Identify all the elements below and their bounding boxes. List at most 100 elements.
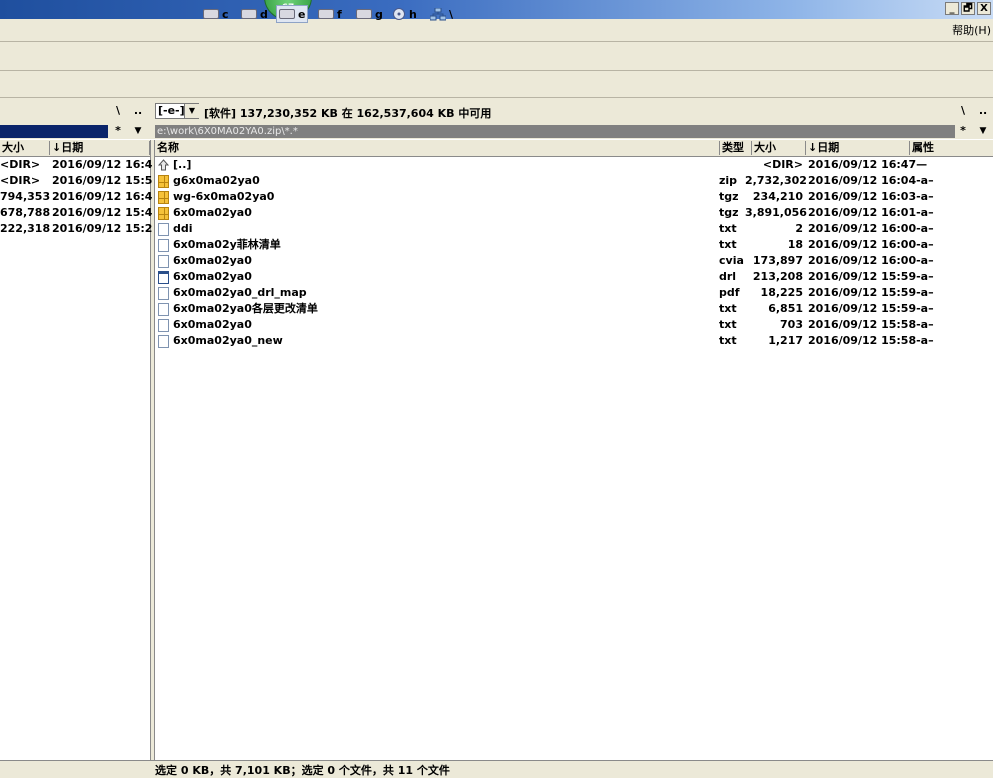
close-button[interactable]: X bbox=[977, 2, 991, 15]
document-icon bbox=[158, 223, 169, 236]
file-date: 2016/09/12 16:01-a– bbox=[808, 206, 934, 219]
drive-f-button[interactable]: f bbox=[318, 7, 342, 21]
file-name: 6x0ma02ya0_new bbox=[173, 334, 283, 347]
left-history-button[interactable]: * bbox=[110, 124, 126, 138]
file-date: 2016/09/12 16:47— bbox=[808, 158, 928, 171]
document-icon bbox=[158, 255, 169, 268]
table-row[interactable]: 222,318 2016/09/12 15:2 bbox=[0, 221, 152, 237]
file-type: txt bbox=[719, 334, 737, 347]
drive-icon bbox=[203, 9, 219, 19]
file-name: [..] bbox=[173, 158, 192, 171]
right-col-date[interactable]: ↓日期 bbox=[806, 141, 910, 155]
file-size: 18,225 bbox=[760, 286, 803, 299]
file-size: 703 bbox=[780, 318, 803, 331]
table-row[interactable]: <DIR> 2016/09/12 16:4 bbox=[0, 157, 152, 173]
file-name: 6x0ma02ya0_drl_map bbox=[173, 286, 307, 299]
table-row[interactable]: 794,353 2016/09/12 16:4 bbox=[0, 189, 153, 205]
right-history-button[interactable]: * bbox=[955, 124, 971, 138]
disk-info: [软件] 137,230,352 KB 在 162,537,604 KB 中可用 bbox=[204, 107, 492, 120]
file-name: g6x0ma02ya0 bbox=[173, 174, 260, 187]
table-row[interactable]: 678,788 2016/09/12 15:4 bbox=[0, 205, 153, 221]
file-date: 2016/09/12 15:58-a– bbox=[808, 334, 934, 347]
file-date: 2016/09/12 15:4 bbox=[52, 206, 153, 219]
right-file-list: [..] <DIR> 2016/09/12 16:47— g6x0ma02ya0 zip… bbox=[155, 157, 993, 349]
file-size: 18 bbox=[787, 238, 803, 251]
file-size: 2,732,302 bbox=[745, 174, 807, 187]
archive-icon bbox=[158, 207, 169, 220]
file-date: 2016/09/12 16:00-a– bbox=[808, 238, 934, 251]
drive-icon bbox=[318, 9, 334, 19]
table-row[interactable]: <DIR> 2016/09/12 15:5 bbox=[0, 173, 152, 189]
table-row[interactable]: 6x0ma02ya0_new txt 1,217 2016/09/12 15:58-a… bbox=[155, 333, 993, 349]
file-date: 2016/09/12 16:4 bbox=[52, 190, 153, 203]
file-size: 678,788 bbox=[0, 206, 51, 219]
document-icon bbox=[158, 335, 169, 348]
table-row[interactable]: wg-6x0ma02ya0 tgz 234,210 2016/09/12 16:03-… bbox=[155, 189, 993, 205]
table-row[interactable]: 6x0ma02ya0 tgz 3,891,056 2016/09/12 16:01-a… bbox=[155, 205, 993, 221]
file-name: 6x0ma02y菲林清单 bbox=[173, 238, 281, 251]
left-root-button[interactable]: \ bbox=[110, 104, 126, 118]
right-col-type[interactable]: 类型 bbox=[720, 141, 752, 155]
network-root-button[interactable]: \ bbox=[430, 7, 453, 21]
document-icon bbox=[158, 303, 169, 316]
table-row[interactable]: 6x0ma02y菲林清单 txt 18 2016/09/12 16:00-a– bbox=[155, 237, 993, 253]
table-row[interactable]: 6x0ma02ya0各层更改清单 txt 6,851 2016/09/12 15:59… bbox=[155, 301, 993, 317]
table-row[interactable]: ddi txt 2 2016/09/12 16:00-a– bbox=[155, 221, 993, 237]
table-row[interactable]: 6x0ma02ya0_drl_map pdf 18,225 2016/09/12 15… bbox=[155, 285, 993, 301]
table-row[interactable]: 6x0ma02ya0 drl 213,208 2016/09/12 15:59-a– bbox=[155, 269, 993, 285]
archive-icon bbox=[158, 191, 169, 204]
right-col-attr[interactable]: 属性 bbox=[910, 141, 993, 155]
drive-e-button[interactable]: e bbox=[276, 5, 309, 23]
file-size: 222,318 bbox=[0, 222, 51, 235]
file-size: 213,208 bbox=[752, 270, 803, 283]
left-dropdown-button[interactable]: ▼ bbox=[130, 124, 146, 138]
file-type: txt bbox=[719, 302, 737, 315]
toolbar bbox=[0, 42, 993, 71]
drive-c-button[interactable]: c bbox=[203, 7, 229, 21]
menu-help[interactable]: 帮助(H) bbox=[952, 22, 991, 38]
file-size: 1,217 bbox=[768, 334, 803, 347]
file-type: cvia bbox=[719, 254, 744, 267]
up-folder-icon bbox=[157, 159, 170, 172]
left-col-date[interactable]: ↓日期 bbox=[50, 141, 150, 155]
cd-drive-icon bbox=[393, 7, 405, 20]
drive-d-button[interactable]: d bbox=[241, 7, 268, 21]
chevron-down-icon[interactable]: ▼ bbox=[184, 104, 199, 118]
file-size: 794,353 bbox=[0, 190, 51, 203]
right-dropdown-button[interactable]: ▼ bbox=[975, 124, 991, 138]
drive-bar bbox=[0, 71, 993, 98]
file-size: <DIR> bbox=[0, 158, 41, 171]
drive-icon bbox=[356, 9, 372, 19]
file-size: 6,851 bbox=[768, 302, 803, 315]
drive-g-button[interactable]: g bbox=[356, 7, 383, 21]
menu-bar: 帮助(H) bbox=[0, 19, 993, 42]
right-up-button[interactable]: .. bbox=[975, 104, 991, 118]
minimize-button[interactable]: _ bbox=[945, 2, 959, 15]
drive-h-button[interactable]: h bbox=[392, 7, 417, 21]
file-size: <DIR> bbox=[0, 174, 41, 187]
right-path-bar[interactable]: e:\work\6X0MA02YA0.zip\*.* bbox=[155, 125, 955, 138]
left-col-size[interactable]: 大小 bbox=[0, 141, 50, 155]
title-bar bbox=[0, 0, 993, 19]
left-file-list: <DIR> 2016/09/12 16:4 <DIR> 2016/09/12 1… bbox=[0, 157, 153, 237]
file-size: 3,891,056 bbox=[745, 206, 807, 219]
file-type: txt bbox=[719, 238, 737, 251]
restore-button[interactable]: 🗗 bbox=[961, 2, 975, 15]
left-path-bar[interactable] bbox=[0, 125, 108, 138]
window-file-icon bbox=[158, 271, 169, 284]
file-type: tgz bbox=[719, 206, 739, 219]
table-row[interactable]: 6x0ma02ya0 txt 703 2016/09/12 15:58-a– bbox=[155, 317, 993, 333]
right-root-button[interactable]: \ bbox=[955, 104, 971, 118]
file-name: 6x0ma02ya0 bbox=[173, 206, 252, 219]
document-icon bbox=[158, 287, 169, 300]
left-up-button[interactable]: .. bbox=[130, 104, 146, 118]
right-col-size[interactable]: 大小 bbox=[752, 141, 806, 155]
file-type: txt bbox=[719, 222, 737, 235]
file-name: 6x0ma02ya0各层更改清单 bbox=[173, 302, 318, 315]
file-name: ddi bbox=[173, 222, 193, 235]
table-row[interactable]: [..] <DIR> 2016/09/12 16:47— bbox=[155, 157, 993, 173]
table-row[interactable]: 6x0ma02ya0 cvia 173,897 2016/09/12 16:00-a– bbox=[155, 253, 993, 269]
file-date: 2016/09/12 16:00-a– bbox=[808, 254, 934, 267]
right-col-name[interactable]: 名称 bbox=[155, 141, 720, 155]
table-row[interactable]: g6x0ma02ya0 zip 2,732,302 2016/09/12 16:04-… bbox=[155, 173, 993, 189]
